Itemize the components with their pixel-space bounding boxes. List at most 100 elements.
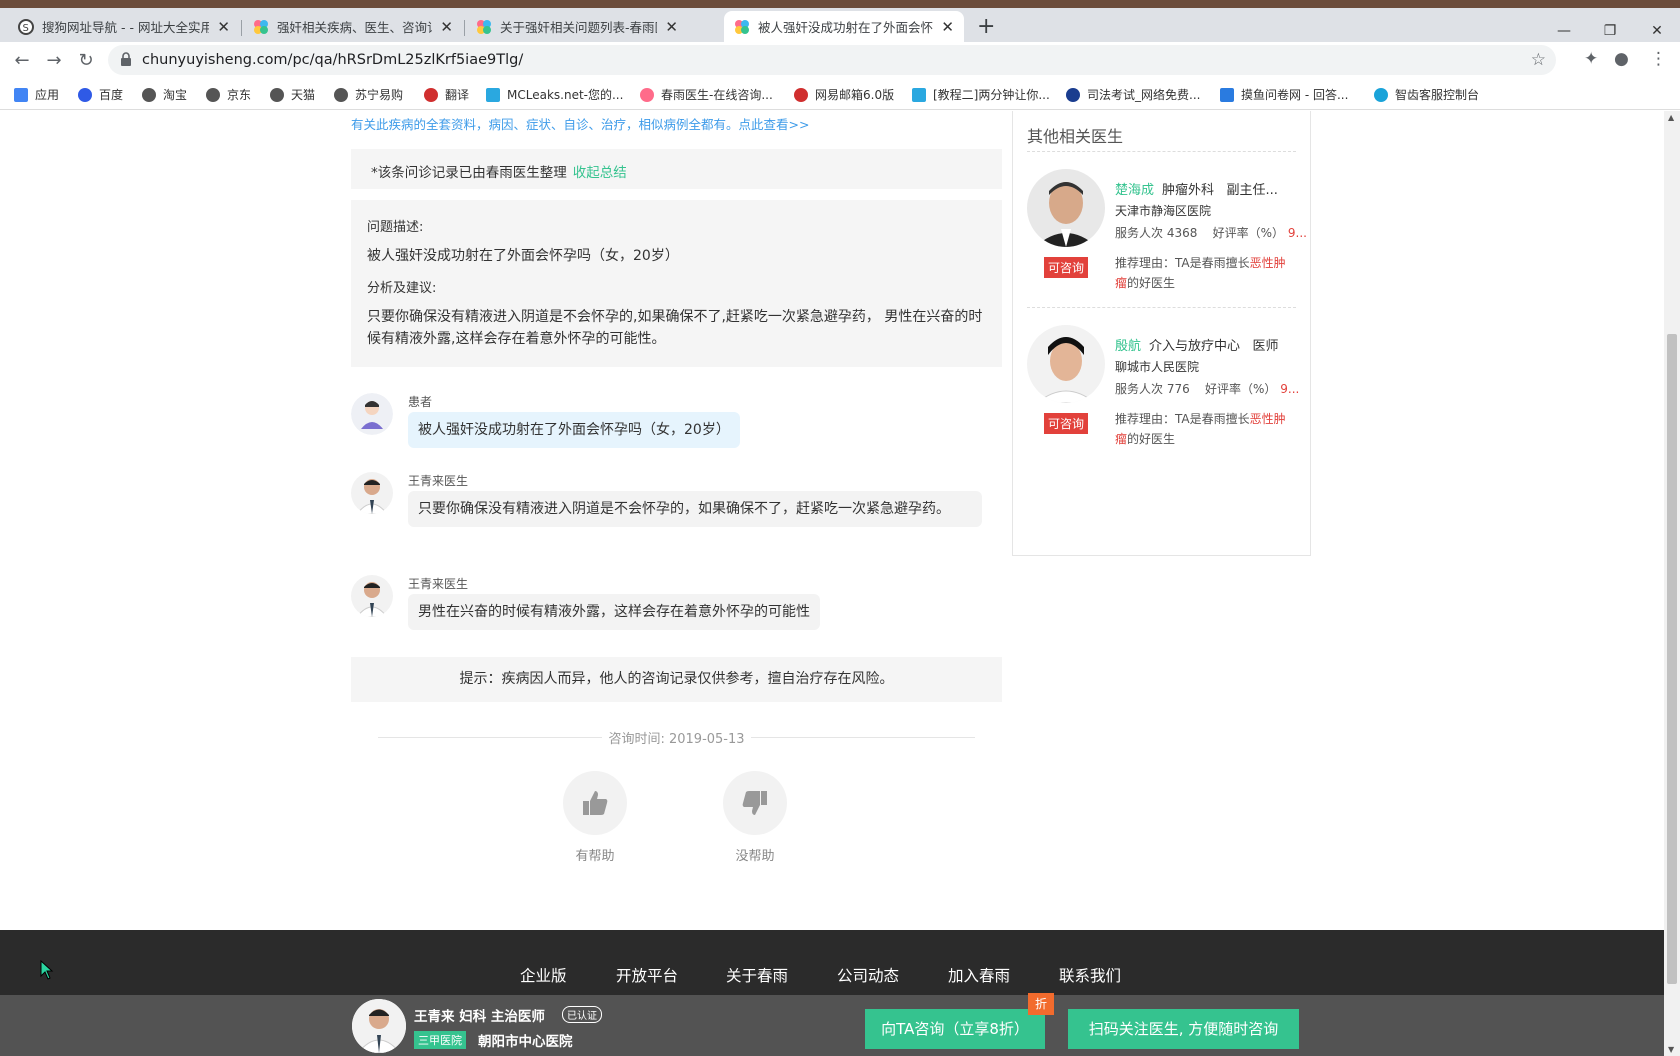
mouse-cursor-icon <box>40 960 54 980</box>
disease-info-link[interactable]: 有关此疾病的全套资料，病因、症状、自诊、治疗，相似病例全都有。点此查看>> <box>351 114 809 133</box>
recommend-reason: 推荐理由：TA是春雨擅长恶性肿瘤的好医生 <box>1115 412 1286 446</box>
summary-box: 问题描述: 被人强奸没成功射在了外面会怀孕吗（女，20岁） 分析及建议: 只要你… <box>351 200 1002 367</box>
doctor-card[interactable]: 可咨询 殷航 介入与放疗中心 医师 聊城市人民医院 服务人次 776 好评率（%）… <box>1027 325 1299 465</box>
url-text: chunyuyisheng.com/pc/qa/hRSrDmL25zlKrf5i… <box>142 52 524 68</box>
bookmark-tmall[interactable]: 天猫 <box>270 86 315 103</box>
forward-icon[interactable]: → <box>42 48 66 72</box>
scroll-thumb[interactable] <box>1667 334 1677 984</box>
window-top-strip <box>0 0 1680 8</box>
globe-icon <box>334 87 348 102</box>
new-tab-icon[interactable]: + <box>977 16 995 38</box>
bookmark-jd[interactable]: 京东 <box>206 86 251 103</box>
bookmark-translate[interactable]: 翻译 <box>424 86 469 103</box>
helpful-button[interactable] <box>563 771 627 835</box>
law-icon <box>1066 87 1080 102</box>
bookmark-suning[interactable]: 苏宁易购 <box>334 86 403 103</box>
bookmark-tutorial[interactable]: [教程二]两分钟让你... <box>912 86 1050 103</box>
page-scrollbar[interactable]: ▲ ▼ <box>1664 111 1680 1056</box>
footer-link-about[interactable]: 关于春雨 <box>726 964 788 986</box>
close-tab-icon[interactable]: ✕ <box>440 18 453 36</box>
doctor-name[interactable]: 殷航 <box>1115 339 1141 354</box>
doctor-card[interactable]: 可咨询 楚海成 肿瘤外科 副主任... 天津市静海区医院 服务人次 4368 好评… <box>1027 169 1307 309</box>
close-tab-icon[interactable]: ✕ <box>217 18 230 36</box>
thumbs-down-icon <box>742 791 767 815</box>
apps-grid-icon <box>14 87 28 102</box>
question-text: 被人强奸没成功射在了外面会怀孕吗（女，20岁） <box>367 248 679 264</box>
advice-label: 分析及建议: <box>367 281 437 296</box>
scroll-down-icon[interactable]: ▼ <box>1668 1045 1674 1054</box>
ask-doctor-button[interactable]: 向TA咨询（立享8折） <box>865 1009 1045 1049</box>
footer-link-join[interactable]: 加入春雨 <box>948 964 1010 986</box>
patient-avatar <box>351 393 393 435</box>
footer-link-contact[interactable]: 联系我们 <box>1059 964 1121 986</box>
scroll-up-icon[interactable]: ▲ <box>1668 113 1674 122</box>
bilibili-icon <box>912 87 926 102</box>
lock-icon <box>121 52 131 66</box>
reload-icon[interactable]: ↻ <box>74 48 98 72</box>
doctor-avatar <box>351 472 393 514</box>
footer-link-open-platform[interactable]: 开放平台 <box>616 964 678 986</box>
thumbs-up-icon <box>583 791 608 815</box>
sender-name: 王青来医生 <box>408 474 469 488</box>
advice-text: 只要你确保没有精液进入阴道是不会怀孕的,如果确保不了,赶紧吃一次紧急避孕药， 男… <box>367 309 983 347</box>
menu-icon[interactable]: ⋮ <box>1650 49 1667 69</box>
bookmark-taobao[interactable]: 淘宝 <box>142 86 187 103</box>
divider <box>1027 307 1296 308</box>
hospital-level-tag: 三甲医院 <box>414 1031 466 1049</box>
doctor-bottom-bar: 王青来 妇科 主治医师 已认证 三甲医院 朝阳市中心医院 向TA咨询（立享8折）… <box>0 993 1664 1056</box>
chunyu-icon <box>254 19 268 34</box>
doctor-stats: 服务人次 4368 好评率（%） 9... <box>1115 226 1307 240</box>
footer-link-news[interactable]: 公司动态 <box>837 964 899 986</box>
close-tab-icon[interactable]: ✕ <box>941 18 954 36</box>
footer-link-enterprise[interactable]: 企业版 <box>520 964 567 986</box>
gift-icon <box>486 87 500 102</box>
svg-text:S: S <box>23 23 29 34</box>
message-bubble: 被人强奸没成功射在了外面会怀孕吗（女，20岁） <box>408 412 740 448</box>
address-bar[interactable]: chunyuyisheng.com/pc/qa/hRSrDmL25zlKrf5i… <box>108 45 1556 75</box>
chat-message-patient: 患者 被人强奸没成功射在了外面会怀孕吗（女，20岁） <box>351 393 1002 453</box>
consult-badge[interactable]: 可咨询 <box>1044 257 1089 278</box>
doctor-name[interactable]: 楚海成 <box>1115 183 1154 198</box>
bookmark-chunyu[interactable]: 春雨医生-在线咨询... <box>640 86 773 103</box>
netease-icon <box>794 87 808 102</box>
globe-icon <box>206 87 220 102</box>
bookmark-star-icon[interactable]: ☆ <box>1531 50 1546 70</box>
bookmark-apps[interactable]: 应用 <box>14 86 59 103</box>
close-tab-icon[interactable]: ✕ <box>665 18 678 36</box>
tab-sogou[interactable]: S 搜狗网址导航 - - 网址大全实用 ✕ <box>8 11 240 42</box>
bookmark-baidu[interactable]: 百度 <box>78 86 123 103</box>
sogou-icon: S <box>18 18 34 35</box>
consult-badge[interactable]: 可咨询 <box>1044 413 1089 434</box>
bookmark-zhichi[interactable]: 智齿客服控制台 <box>1374 86 1479 103</box>
consult-time: 咨询时间: 2019-05-13 <box>351 728 1002 747</box>
bookmark-163mail[interactable]: 网易邮箱6.0版 <box>794 86 894 103</box>
doctor-name-line: 殷航 介入与放疗中心 医师 <box>1115 339 1279 354</box>
panel-title: 其他相关医生 <box>1027 127 1124 146</box>
baidu-icon <box>78 87 92 102</box>
doctor-avatar <box>352 999 406 1053</box>
tab-disease[interactable]: 强奸相关疾病、医生、咨询记录✕ <box>243 11 463 42</box>
zhichi-icon <box>1374 87 1388 102</box>
bookmark-mcleaks[interactable]: MCLeaks.net-您的... <box>486 86 623 103</box>
bookmark-law[interactable]: 司法考试_网络免费... <box>1066 86 1200 103</box>
follow-doctor-button[interactable]: 扫码关注医生, 方便随时咨询 <box>1068 1009 1299 1049</box>
collapse-summary-link[interactable]: 收起总结 <box>573 165 627 181</box>
doctor-avatar <box>351 575 393 617</box>
tab-question-list[interactable]: 关于强奸相关问题列表-春雨医生✕ <box>466 11 688 42</box>
bookmark-survey[interactable]: 摸鱼问卷网 - 回答... <box>1220 86 1348 103</box>
message-bubble: 只要你确保没有精液进入阴道是不会怀孕的，如果确保不了，赶紧吃一次紧急避孕药。 <box>408 491 982 527</box>
doctor-info: 王青来 妇科 主治医师 <box>414 1009 545 1025</box>
back-icon[interactable]: ← <box>10 48 34 72</box>
risk-tip: 提示：疾病因人而异，他人的咨询记录仅供参考，擅自治疗存在风险。 <box>351 657 1002 702</box>
profile-icon[interactable]: ● <box>1614 49 1629 69</box>
extensions-icon[interactable]: ✦ <box>1584 49 1598 69</box>
tab-current[interactable]: 被人强奸没成功射在了外面会怀孕 ✕ <box>724 11 964 42</box>
recommend-reason: 推荐理由：TA是春雨擅长恶性肿瘤的好医生 <box>1115 256 1286 290</box>
chat-message-doctor: 王青来医生 只要你确保没有精液进入阴道是不会怀孕的，如果确保不了，赶紧吃一次紧急… <box>351 472 1002 552</box>
question-label: 问题描述: <box>367 220 424 235</box>
page-content: 有关此疾病的全套资料，病因、症状、自诊、治疗，相似病例全都有。点此查看>> *该… <box>0 111 1664 1056</box>
doctor-name-line: 楚海成 肿瘤外科 副主任... <box>1115 183 1278 198</box>
not-helpful-button[interactable] <box>723 771 787 835</box>
doctor-photo <box>1027 169 1105 247</box>
discount-badge: 折 <box>1028 993 1054 1015</box>
